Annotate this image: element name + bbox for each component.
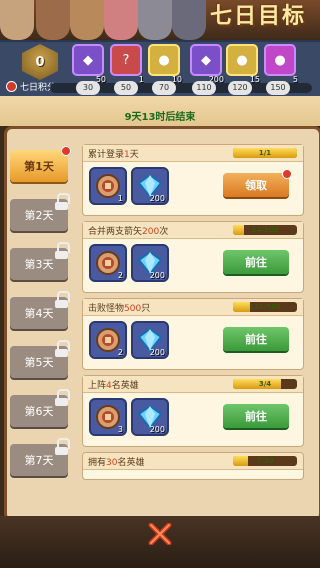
lock-icon [55,438,70,455]
task-card: 上阵4名英雄 3/4 3 200 前往 [82,375,304,447]
task-name: 累计登录1天 [88,150,139,160]
day-label: 第7天 [24,454,54,467]
task-card: 拥有30名英雄 7/30 [82,452,304,480]
hero-portrait [172,0,206,40]
day-label: 第2天 [24,209,54,222]
purple-gem-icon: ◆ [201,52,211,68]
task-card: 击败怪物500只 131/500 2 200 前往 [82,298,304,370]
lock-icon [55,340,70,357]
points-label: 七日积分 [6,80,56,93]
hero-portrait [138,0,172,40]
reward-item[interactable]: 200 [131,244,169,282]
lock-icon [55,389,70,406]
reward-count: 200 [149,348,165,357]
reward-count: 200 [149,425,165,434]
go-button[interactable]: 前往 [223,327,289,351]
reward-item[interactable]: 3 [89,398,127,436]
close-button[interactable] [143,520,177,548]
hero-portrait [0,0,34,40]
points-threshold: 70 [152,81,176,95]
current-points: 0 [35,54,45,70]
task-name: 拥有30名英雄 [88,458,145,468]
reward-item[interactable]: 1 [89,167,127,205]
task-progress-text: 1/1 [258,149,272,157]
hero-portrait [36,0,70,40]
notification-dot [282,169,292,179]
task-card: 累计登录1天 1/1 1 200 领取 [82,144,304,216]
task-progress-bar: 1/1 [233,148,297,158]
task-progress-text: 3/4 [258,380,272,388]
day-label: 第6天 [24,405,54,418]
reward-item[interactable]: 200 [131,398,169,436]
task-progress-bar: 34/200 [233,225,297,235]
day-tab[interactable]: 第2天 [10,193,70,231]
points-threshold: 110 [192,81,216,95]
task-name: 击败怪物500只 [88,304,151,314]
button-label: 前往 [245,410,267,423]
end-timer: 9天13时后结束 [124,112,196,123]
points-threshold: 30 [76,81,100,95]
task-progress-text: 34/200 [251,226,279,234]
task-progress-text: 7/30 [256,457,274,465]
purple-gem-icon: ◆ [83,52,93,68]
wolf-card-icon: ● [158,52,170,68]
task-name: 上阵4名英雄 [88,381,139,391]
top-banner: 七日目标 [0,0,320,40]
reward-item[interactable]: 2 [89,244,127,282]
hero-portrait [70,0,104,40]
reward-count: 2 [117,348,123,357]
points-track: 七日积分 30 50 70 110 120 150 [0,80,320,96]
day-label: 第3天 [24,258,54,271]
day-label: 第4天 [24,307,54,320]
button-label: 前往 [245,256,267,269]
day-label: 第1天 [24,160,54,173]
milestone-reward[interactable]: ● 5 [264,44,298,84]
points-threshold: 50 [114,81,138,95]
reward-count: 1 [117,194,123,203]
day-label: 第5天 [24,356,54,369]
hero-portrait [104,0,138,40]
coin-icon [6,81,17,92]
red-mystery-box-icon: ? [122,52,130,68]
task-progress-bar: 3/4 [233,379,297,389]
reward-count: 2 [117,271,123,280]
points-threshold: 150 [266,81,290,95]
button-label: 领取 [245,179,267,192]
reward-item[interactable]: 2 [89,321,127,359]
notification-dot [61,146,71,156]
lock-icon [55,291,70,308]
milestone-reward[interactable]: ◆ 200 [190,44,224,84]
day-tab[interactable]: 第5天 [10,340,70,378]
task-progress-text: 131/500 [249,303,281,311]
task-name: 合并两支箭矢200次 [88,227,169,237]
button-label: 前往 [245,333,267,346]
day-tab[interactable]: 第4天 [10,291,70,329]
claim-button[interactable]: 领取 [223,169,292,197]
reward-item[interactable]: 200 [131,167,169,205]
day-tab[interactable]: 第1天 [10,146,71,182]
task-card: 合并两支箭矢200次 34/200 2 200 前往 [82,221,304,293]
milestone-reward[interactable]: ◆ 50 [72,44,106,84]
lock-icon [55,242,70,259]
close-icon [148,523,172,545]
day-tab[interactable]: 第7天 [10,438,70,476]
points-threshold: 120 [228,81,252,95]
reward-item[interactable]: 200 [131,321,169,359]
task-progress-bar: 7/30 [233,456,297,466]
go-button[interactable]: 前往 [223,404,289,428]
reward-count: 200 [149,194,165,203]
milestone-reward[interactable]: ● 15 [226,44,260,84]
milestone-reward[interactable]: ● 10 [148,44,182,84]
go-button[interactable]: 前往 [223,250,289,274]
reward-count: 200 [149,271,165,280]
reward-count: 3 [117,425,123,434]
day-tab[interactable]: 第6天 [10,389,70,427]
task-progress-bar: 131/500 [233,302,297,312]
day-tab[interactable]: 第3天 [10,242,70,280]
lock-icon [55,193,70,210]
milestone-reward[interactable]: ? 1 [110,44,144,84]
purple-monster-card-icon: ● [274,52,286,68]
wolf-card-icon: ● [236,52,248,68]
page-title: 七日目标 [209,4,306,29]
